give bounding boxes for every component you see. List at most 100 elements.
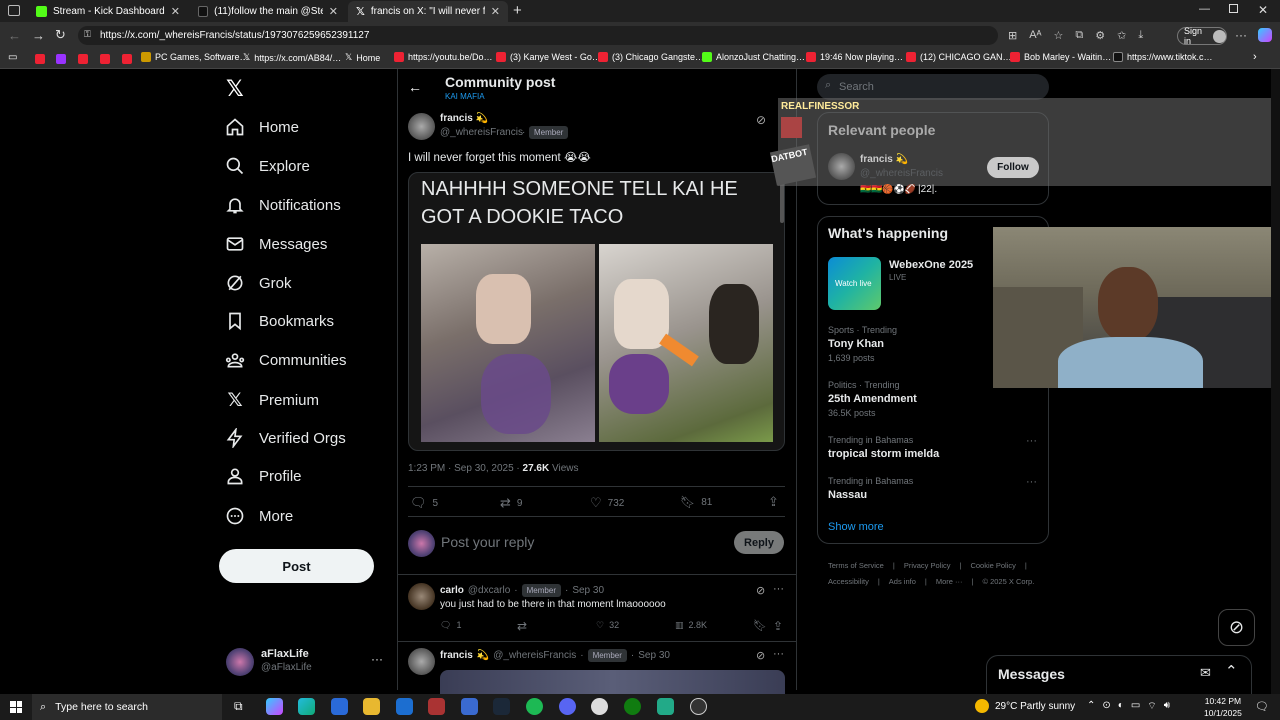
- more-menu-icon[interactable]: ···: [1235, 28, 1247, 42]
- xbox-icon[interactable]: [624, 698, 641, 715]
- nav-notifications[interactable]: Notifications: [225, 195, 341, 215]
- nav-explore[interactable]: Explore: [225, 156, 310, 176]
- avatar[interactable]: [408, 583, 435, 610]
- bookmark-item[interactable]: 𝕏https://x.com/AB84/…: [243, 52, 341, 63]
- bookmark-item[interactable]: (3) Kanye West - Go…: [496, 52, 601, 62]
- views-action[interactable]: ▥ 2.8K: [675, 620, 707, 631]
- page-scrollbar[interactable]: [1271, 69, 1280, 694]
- nav-profile[interactable]: Profile: [225, 466, 302, 486]
- grok-floating-button[interactable]: ⊘: [1218, 609, 1255, 646]
- close-icon[interactable]: ✕: [171, 5, 180, 18]
- copilot-icon[interactable]: [1258, 28, 1272, 42]
- app-icon[interactable]: [657, 698, 674, 715]
- nav-grok[interactable]: Grok: [225, 273, 292, 293]
- avatar[interactable]: [408, 648, 435, 675]
- more-icon[interactable]: ···: [1026, 435, 1037, 447]
- relevant-name[interactable]: francis 💫: [860, 154, 908, 165]
- event-title[interactable]: WebexOne 2025: [889, 259, 973, 271]
- chevron-up-icon[interactable]: ⌃: [1225, 662, 1238, 680]
- like-action[interactable]: ♡ 32: [596, 620, 619, 631]
- avatar[interactable]: [828, 153, 855, 180]
- clock[interactable]: 10:42 PM 10/1/2025: [1204, 695, 1242, 719]
- store-icon[interactable]: [331, 698, 348, 715]
- show-more-link[interactable]: Show more: [828, 521, 884, 533]
- bookmark-item[interactable]: AlonzoJust Chatting…: [702, 52, 805, 62]
- nav-verified-orgs[interactable]: Verified Orgs: [225, 428, 346, 448]
- url-field[interactable]: ⚿ https://x.com/_whereisFrancis/status/1…: [78, 26, 998, 45]
- trend-item[interactable]: Trending in Bahamas Nassau: [828, 476, 1038, 501]
- avatar[interactable]: [408, 113, 435, 140]
- reply-date[interactable]: Sep 30: [572, 585, 604, 596]
- account-switcher[interactable]: aFlaxLife @aFlaxLife ···: [226, 647, 386, 677]
- chevron-right-icon[interactable]: ›: [1253, 51, 1257, 63]
- close-icon[interactable]: ✕: [491, 5, 500, 18]
- outlook-icon[interactable]: [396, 698, 413, 715]
- x-logo-icon[interactable]: 𝕏: [226, 76, 244, 102]
- system-tray[interactable]: ⌃ ⊙ ◐ ▭ ⌔ 🔊︎: [1087, 700, 1170, 713]
- nav-messages[interactable]: Messages: [225, 234, 327, 254]
- taskbar-search[interactable]: ⌕ Type here to search: [32, 694, 222, 720]
- reply-handle[interactable]: @_whereisFrancis: [493, 650, 576, 661]
- search-input[interactable]: ⌕ Search: [817, 74, 1049, 100]
- reply-author[interactable]: carlo: [440, 585, 464, 596]
- tab-actions-icon[interactable]: ▭: [8, 52, 17, 63]
- bookmark-item[interactable]: (3) Chicago Gangste…: [598, 52, 704, 62]
- share-icon[interactable]: ⇪: [773, 619, 783, 633]
- app-icon[interactable]: [461, 698, 478, 715]
- forward-icon[interactable]: →: [32, 28, 45, 43]
- nav-bookmarks[interactable]: Bookmarks: [225, 311, 334, 331]
- trend-item[interactable]: Trending in Bahamas tropical storm imeld…: [828, 435, 1038, 460]
- back-arrow-icon[interactable]: ←: [408, 79, 422, 95]
- footer-link[interactable]: Accessibility: [828, 574, 869, 590]
- edge-icon[interactable]: [298, 698, 315, 715]
- more-icon[interactable]: ···: [1026, 476, 1037, 488]
- copilot-taskbar-icon[interactable]: [266, 698, 283, 715]
- notification-icon[interactable]: 🗨: [1255, 700, 1269, 713]
- extensions-icon[interactable]: ⧉: [1075, 29, 1083, 42]
- discord-icon[interactable]: [559, 698, 576, 715]
- windows-start-icon[interactable]: [10, 701, 22, 713]
- tab-x-active[interactable]: 𝕏 francis on X: "I will never fo… ✕: [348, 1, 508, 22]
- grok-icon[interactable]: ⊘: [756, 113, 766, 127]
- bookmark-item[interactable]: 19:46 Now playing…: [806, 52, 903, 62]
- bookmark-icon[interactable]: 🔖︎: [753, 619, 767, 632]
- task-view-icon[interactable]: ⧉: [234, 699, 243, 714]
- favorites-icon[interactable]: ✩: [1117, 29, 1126, 42]
- compose-message-icon[interactable]: ✉: [1200, 665, 1211, 681]
- tab-kick[interactable]: Stream - Kick Dashboard ✕: [28, 1, 188, 22]
- like-action[interactable]: ♡ 732: [590, 495, 624, 511]
- reply-action[interactable]: 🗨 1: [440, 620, 461, 631]
- author-name[interactable]: francis 💫: [440, 113, 488, 124]
- tab-tiktok[interactable]: (11)follow the main @Steph Spe… ✕: [190, 1, 346, 22]
- more-icon[interactable]: ···: [773, 583, 784, 595]
- spotify-icon[interactable]: [526, 698, 543, 715]
- window-menu-icon[interactable]: [8, 5, 20, 16]
- bookmark-item[interactable]: (12) CHICAGO GAN…: [906, 52, 1012, 62]
- sign-in-button[interactable]: Sign in: [1177, 26, 1227, 46]
- apps-icon[interactable]: ⊞: [1008, 29, 1017, 42]
- refresh-icon[interactable]: ↻: [55, 27, 66, 43]
- bookmark-item[interactable]: https://youtu.be/Do…: [394, 52, 493, 62]
- nav-premium[interactable]: 𝕏 Premium: [225, 389, 319, 412]
- event-thumbnail[interactable]: Watch live: [828, 257, 881, 310]
- restore-button[interactable]: [1229, 4, 1238, 13]
- obs-icon[interactable]: [690, 698, 707, 715]
- author-handle[interactable]: @_whereisFrancis: [440, 127, 523, 138]
- nav-more[interactable]: More: [225, 506, 293, 526]
- reply-input[interactable]: Post your reply: [441, 534, 721, 550]
- repost-action[interactable]: ⇄ 9: [500, 495, 522, 511]
- app-icon[interactable]: [428, 698, 445, 715]
- read-aloud-icon[interactable]: Aᴬ: [1029, 29, 1041, 42]
- youtube-icon[interactable]: [122, 54, 132, 64]
- relevant-handle[interactable]: @_whereisFrancis: [860, 168, 943, 179]
- extension2-icon[interactable]: ⚙: [1095, 29, 1105, 42]
- folder-icon[interactable]: [363, 698, 380, 715]
- bookmark-item[interactable]: Bob Marley - Waitin…: [1010, 52, 1111, 62]
- reply-media-preview[interactable]: [440, 670, 785, 694]
- footer-link[interactable]: Privacy Policy: [904, 558, 951, 574]
- bookmark-item[interactable]: PC Games, Software…: [141, 52, 249, 62]
- youtube-icon[interactable]: [100, 54, 110, 64]
- messages-drawer[interactable]: Messages ✉ ⌃: [986, 655, 1252, 694]
- share-icon[interactable]: ⇪: [768, 494, 779, 510]
- follow-button[interactable]: Follow: [987, 157, 1039, 178]
